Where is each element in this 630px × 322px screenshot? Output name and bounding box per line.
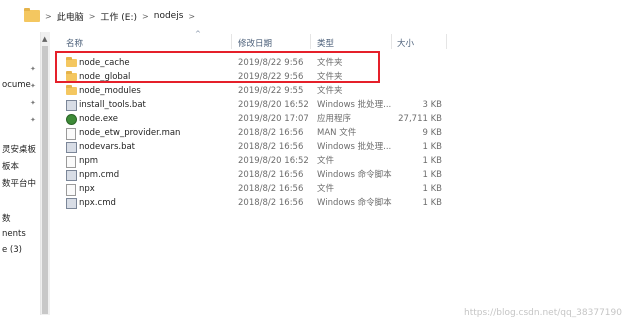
watermark: https://blog.csdn.net/qq_38377190 [463, 308, 622, 318]
address-bar[interactable]: > 此电脑 > 工作 (E:) > nodejs > [0, 0, 630, 32]
file-size: 27,711 KB [398, 114, 442, 124]
file-size: 1 KB [422, 170, 442, 180]
file-icon [66, 128, 76, 140]
file-name: npx.cmd [79, 198, 116, 208]
file-type: 文件 [317, 184, 335, 194]
sort-ascending-icon: ^ [195, 30, 201, 38]
file-size: 3 KB [422, 100, 442, 110]
file-row-node-exe[interactable]: node.exe 2019/8/20 17:07 应用程序 27,711 KB [50, 112, 470, 126]
breadcrumb-separator: > [188, 11, 196, 21]
file-type: Windows 命令脚本 [317, 198, 392, 208]
column-divider[interactable] [446, 34, 447, 49]
file-date: 2018/8/2 16:56 [238, 184, 304, 194]
file-type: Windows 批处理... [317, 100, 392, 110]
file-name: npm.cmd [79, 170, 120, 180]
file-row-nodevars-bat[interactable]: nodevars.bat 2018/8/2 16:56 Windows 批处理.… [50, 140, 470, 154]
file-size: 9 KB [422, 128, 442, 138]
cmd-file-icon [66, 198, 77, 209]
file-icon [66, 156, 76, 168]
column-header-size[interactable]: 大小 [397, 37, 414, 49]
file-row-install-tools-bat[interactable]: install_tools.bat 2019/8/20 16:52 Window… [50, 98, 470, 112]
file-name: nodevars.bat [79, 142, 136, 152]
file-size: 1 KB [422, 198, 442, 208]
pin-icon: ✦ [30, 82, 36, 90]
cmd-file-icon [66, 170, 77, 181]
file-date: 2019/8/20 17:07 [238, 114, 309, 124]
nav-item-folder-1[interactable]: 灵安桌板 [2, 143, 36, 155]
file-row-npx-cmd[interactable]: npx.cmd 2018/8/2 16:56 Windows 命令脚本 1 KB [50, 196, 470, 210]
nav-item-documents[interactable]: ocume [2, 80, 31, 90]
nav-scrollbar[interactable]: ▲ [40, 32, 50, 315]
file-size: 1 KB [422, 156, 442, 166]
pin-icon: ✦ [30, 116, 36, 124]
nav-item-drive[interactable]: e (3) [2, 245, 22, 255]
column-header-name[interactable]: 名称 [66, 37, 83, 49]
scroll-up-icon[interactable]: ▲ [42, 35, 47, 43]
column-header-date[interactable]: 修改日期 [238, 37, 272, 49]
file-type: 文件 [317, 156, 335, 166]
column-divider[interactable] [231, 34, 232, 49]
file-type: Windows 命令脚本 [317, 170, 392, 180]
file-name: node_etw_provider.man [79, 128, 181, 138]
file-date: 2018/8/2 16:56 [238, 198, 304, 208]
file-date: 2019/8/20 16:52 [238, 100, 309, 110]
file-row-node-modules[interactable]: node_modules 2019/8/22 9:55 文件夹 [50, 84, 470, 98]
file-row-npm-cmd[interactable]: npm.cmd 2018/8/2 16:56 Windows 命令脚本 1 KB [50, 168, 470, 182]
breadcrumb-drive-e[interactable]: 工作 (E:) [100, 10, 137, 23]
breadcrumb-separator: > [45, 11, 52, 21]
column-header-type[interactable]: 类型 [317, 37, 334, 49]
file-type: 应用程序 [317, 114, 352, 124]
folder-icon [24, 8, 40, 22]
column-headers: ^ 名称 修改日期 类型 大小 [50, 30, 630, 50]
node-exe-icon [66, 114, 77, 125]
file-size: 1 KB [422, 184, 442, 194]
column-divider[interactable] [391, 34, 392, 49]
scrollbar-thumb[interactable] [42, 46, 48, 314]
nav-item-folder-4[interactable]: 数 [2, 212, 11, 224]
file-type: Windows 批处理... [317, 142, 392, 152]
nav-item-documents-2[interactable]: nents [2, 229, 26, 239]
folder-icon [66, 85, 77, 95]
file-date: 2018/8/2 16:56 [238, 128, 304, 138]
column-divider[interactable] [310, 34, 311, 49]
breadcrumb-separator: > [142, 11, 149, 21]
file-date: 2018/8/2 16:56 [238, 170, 304, 180]
file-row-node-etw-provider[interactable]: node_etw_provider.man 2018/8/2 16:56 MAN… [50, 126, 470, 140]
file-name: node.exe [79, 114, 118, 124]
nav-item-folder-3[interactable]: 数平台中 [2, 177, 36, 189]
file-row-npm[interactable]: npm 2019/8/20 16:52 文件 1 KB [50, 154, 470, 168]
breadcrumb-separator: > [88, 11, 96, 21]
file-date: 2019/8/22 9:55 [238, 86, 304, 96]
pin-icon: ✦ [30, 99, 36, 107]
file-icon [66, 184, 76, 196]
file-size: 1 KB [422, 142, 442, 152]
file-name: install_tools.bat [79, 100, 146, 110]
file-date: 2018/8/2 16:56 [238, 142, 304, 152]
file-name: node_modules [79, 86, 141, 96]
file-row-npx[interactable]: npx 2018/8/2 16:56 文件 1 KB [50, 182, 470, 196]
breadcrumb-this-pc[interactable]: 此电脑 [57, 10, 84, 23]
breadcrumb-nodejs[interactable]: nodejs [154, 11, 184, 21]
file-type: 文件夹 [317, 86, 343, 96]
navigation-pane: ocume ✦ ✦ ✦ ✦ 灵安桌板 板本 数平台中 数 nents e (3) [0, 32, 40, 322]
pin-icon: ✦ [30, 65, 36, 73]
nav-item-folder-2[interactable]: 板本 [2, 160, 19, 172]
batch-file-icon [66, 100, 77, 111]
file-date: 2019/8/20 16:52 [238, 156, 309, 166]
file-name: npm [79, 156, 99, 166]
batch-file-icon [66, 142, 77, 153]
file-type: MAN 文件 [317, 128, 357, 138]
red-highlight-box [55, 51, 380, 83]
file-name: npx [79, 184, 95, 194]
